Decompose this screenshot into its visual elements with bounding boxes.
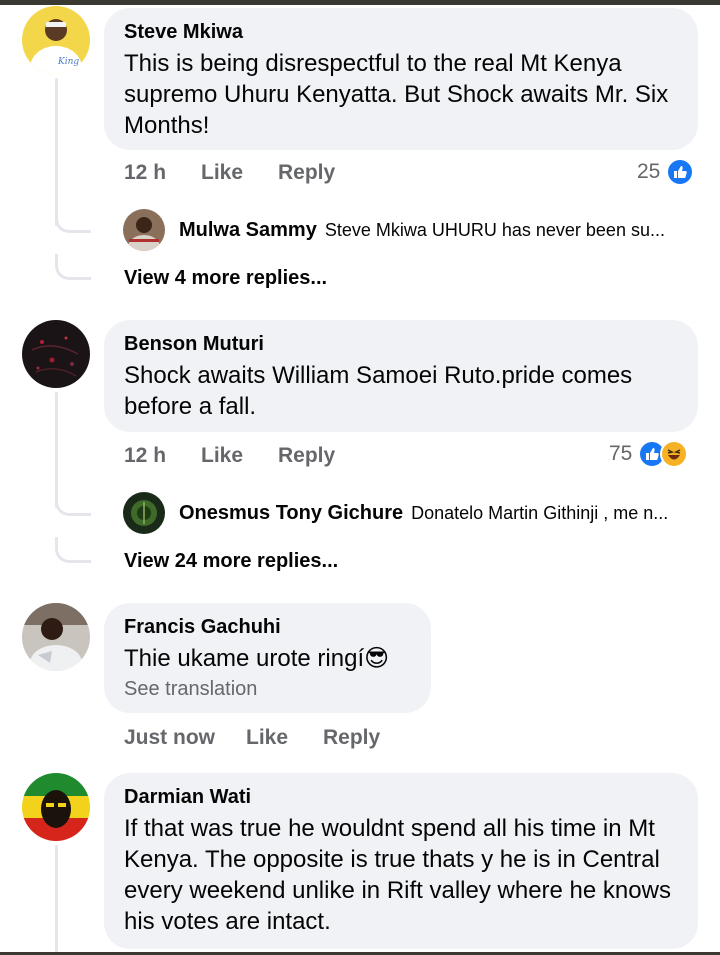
comment-author[interactable]: Darmian Wati — [124, 785, 680, 809]
avatar-francis-gachuhi[interactable] — [22, 603, 90, 671]
comment-time[interactable]: Just now — [124, 726, 246, 750]
comment-text: This is being disrespectful to the real … — [124, 50, 669, 139]
comment-bubble: Darmian Wati If that was true he wouldnt… — [104, 773, 698, 949]
avatar-darmian-wati[interactable] — [22, 773, 90, 841]
like-button[interactable]: Like — [246, 726, 323, 750]
thread-line — [55, 78, 58, 226]
svg-text:King: King — [57, 57, 79, 67]
comment-time[interactable]: 12 h — [124, 161, 201, 185]
comment-text: Shock awaits William Samoei Ruto.pride c… — [124, 362, 633, 420]
reply-connector — [55, 254, 91, 280]
comment-text: Thie ukame urote ringí😎 — [124, 645, 390, 672]
avatar-benson-muturi[interactable] — [22, 320, 90, 388]
comment-author[interactable]: Francis Gachuhi — [124, 615, 413, 639]
reaction-count: 75 — [609, 442, 633, 465]
reply-preview[interactable]: Mulwa Sammy Steve Mkiwa UHURU has never … — [179, 219, 665, 242]
view-more-replies[interactable]: View 24 more replies... — [124, 550, 338, 573]
reply-author[interactable]: Onesmus Tony Gichure — [179, 502, 403, 525]
avatar-onesmus-tony-gichure[interactable] — [123, 492, 165, 534]
reaction-summary[interactable]: 25 — [637, 158, 695, 186]
reply-preview[interactable]: Onesmus Tony Gichure Donatelo Martin Git… — [179, 502, 668, 525]
avatar-mulwa-sammy[interactable] — [123, 209, 165, 251]
comment-actions: Just now Like Reply — [124, 726, 380, 750]
top-edge — [0, 0, 720, 5]
view-more-replies[interactable]: View 4 more replies... — [124, 267, 327, 290]
see-translation-link[interactable]: See translation — [124, 678, 413, 701]
like-button[interactable]: Like — [201, 161, 278, 185]
avatar-steve-mkiwa[interactable]: King — [22, 6, 90, 74]
reply-author[interactable]: Mulwa Sammy — [179, 219, 317, 242]
comment-actions: 12 h Like Reply — [124, 161, 335, 185]
like-button[interactable]: Like — [201, 444, 278, 468]
comment-actions: 12 h Like Reply — [124, 444, 335, 468]
reaction-count: 25 — [637, 160, 661, 183]
comment-author[interactable]: Steve Mkiwa — [124, 20, 680, 44]
comment-time[interactable]: 12 h — [124, 444, 201, 468]
haha-reaction-icon — [660, 440, 689, 468]
reply-button[interactable]: Reply — [278, 161, 335, 185]
comment-bubble: Benson Muturi Shock awaits William Samoe… — [104, 320, 698, 432]
reply-text: Donatelo Martin Githinji , me n... — [411, 503, 669, 523]
comment-bubble: Francis Gachuhi Thie ukame urote ringí😎 … — [104, 603, 431, 713]
reply-connector — [55, 207, 91, 233]
reply-text: Steve Mkiwa UHURU has never been su... — [324, 220, 665, 240]
reply-connector — [55, 490, 91, 516]
reply-connector — [55, 537, 91, 563]
comment-text: If that was true he wouldnt spend all hi… — [124, 815, 671, 935]
thread-line — [55, 845, 58, 955]
comment-author[interactable]: Benson Muturi — [124, 332, 680, 356]
reaction-summary[interactable]: 75 — [609, 440, 689, 468]
like-reaction-icon — [666, 158, 695, 186]
comment-bubble: Steve Mkiwa This is being disrespectful … — [104, 8, 698, 150]
reply-button[interactable]: Reply — [278, 444, 335, 468]
reply-button[interactable]: Reply — [323, 726, 380, 750]
